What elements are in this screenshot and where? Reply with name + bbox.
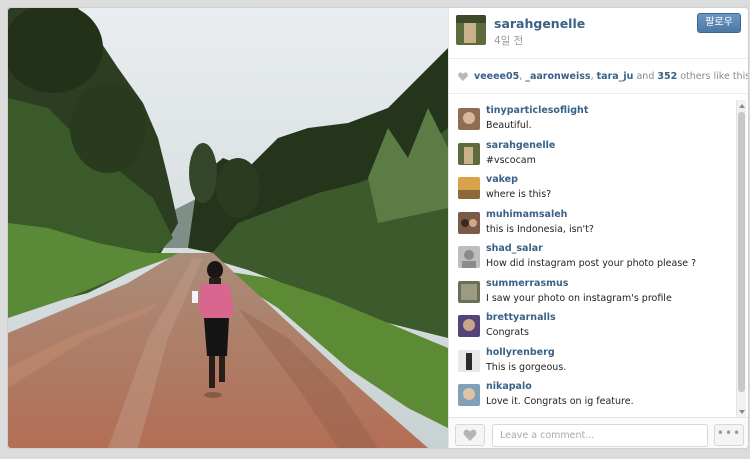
liker-link[interactable]: tara_ju: [597, 71, 634, 82]
likes-and: and: [633, 71, 658, 82]
comment-text: How did instagram post your photo please…: [486, 258, 697, 269]
comment-text: #vscocam: [486, 154, 536, 166]
commenter-username[interactable]: summerrasmus: [486, 278, 568, 289]
commenter-avatar[interactable]: [458, 349, 480, 372]
comment-list: tinyparticlesoflight Beautiful. sarahgen…: [449, 101, 737, 417]
owner-username[interactable]: sarahgenelle: [494, 16, 585, 31]
commenter-avatar[interactable]: [458, 211, 480, 234]
commenter-avatar[interactable]: [458, 142, 480, 165]
liker-link[interactable]: veeee05: [474, 71, 519, 82]
commenter-avatar[interactable]: [458, 177, 480, 199]
commenter-avatar[interactable]: [458, 280, 480, 303]
comment-text: this is Indonesia, isn't?: [486, 223, 594, 235]
follow-button[interactable]: 팔로우: [697, 13, 741, 33]
comment-text: Love it. Congrats on ig feature.: [486, 396, 634, 407]
commenter-username[interactable]: brettyarnalls: [486, 312, 556, 323]
comment-footer: •••: [449, 417, 748, 448]
commenter-username[interactable]: hollyrenberg: [486, 347, 555, 358]
comments-scrollbar[interactable]: [736, 100, 746, 418]
commenter-avatar[interactable]: [458, 246, 480, 268]
likes-count[interactable]: 352: [657, 71, 677, 82]
more-options-button[interactable]: •••: [714, 424, 744, 446]
comment-item: shad_salar How did instagram post your p…: [449, 239, 737, 274]
comment-text: I saw your photo on instagram's profile: [486, 292, 672, 304]
heart-icon: [463, 429, 477, 441]
likes-summary: veeee05, _aaronweiss, tara_ju and 352 ot…: [449, 60, 748, 94]
comment-text: Beautiful.: [486, 120, 532, 131]
comment-item: tinyparticlesoflight Beautiful.: [449, 101, 737, 136]
commenter-username[interactable]: muhimamsaleh: [486, 209, 567, 220]
post-details-panel: sarahgenelle 4일 전 팔로우 veeee05, _aaronwei…: [448, 8, 748, 448]
commenter-avatar[interactable]: [458, 384, 480, 406]
scroll-thumb[interactable]: [738, 112, 745, 392]
comment-item: summerrasmus I saw your photo on instagr…: [449, 274, 737, 309]
scroll-down-arrow-icon[interactable]: [739, 410, 745, 414]
post-timestamp: 4일 전: [494, 35, 524, 47]
owner-avatar-image: [456, 15, 486, 45]
comment-item: vakep where is this?: [449, 170, 737, 205]
likes-suffix: others like this.: [677, 71, 748, 82]
comment-item: brettyarnalls Congrats: [449, 308, 737, 343]
comment-item: hollyrenberg This is gorgeous.: [449, 343, 737, 378]
commenter-username[interactable]: nikapalo: [486, 381, 532, 392]
photo-modal: sarahgenelle 4일 전 팔로우 veeee05, _aaronwei…: [8, 8, 748, 448]
commenter-username[interactable]: shad_salar: [486, 243, 543, 254]
heart-icon: [458, 72, 468, 81]
post-header: sarahgenelle 4일 전 팔로우: [449, 8, 748, 59]
commenter-avatar[interactable]: [458, 108, 480, 130]
scroll-up-arrow-icon[interactable]: [739, 104, 745, 108]
commenter-username[interactable]: tinyparticlesoflight: [486, 105, 588, 116]
liker-link[interactable]: _aaronweiss: [525, 71, 590, 82]
comment-text: where is this?: [486, 189, 552, 200]
comment-item: muhimamsaleh this is Indonesia, isn't?: [449, 205, 737, 240]
comment-text: This is gorgeous.: [486, 361, 567, 373]
comment-input[interactable]: [492, 424, 708, 447]
photo-illustration: [8, 8, 448, 448]
comment-text: Congrats: [486, 327, 529, 338]
owner-avatar[interactable]: [456, 15, 486, 45]
like-button[interactable]: [455, 424, 485, 446]
commenter-username[interactable]: sarahgenelle: [486, 140, 555, 151]
comment-item: nikapalo Love it. Congrats on ig feature…: [449, 377, 737, 412]
comment-item: sarahgenelle #vscocam: [449, 136, 737, 171]
commenter-avatar[interactable]: [458, 315, 480, 337]
likes-text: veeee05, _aaronweiss, tara_ju and 352 ot…: [474, 71, 748, 82]
post-photo[interactable]: [8, 8, 448, 448]
commenter-username[interactable]: vakep: [486, 174, 518, 185]
